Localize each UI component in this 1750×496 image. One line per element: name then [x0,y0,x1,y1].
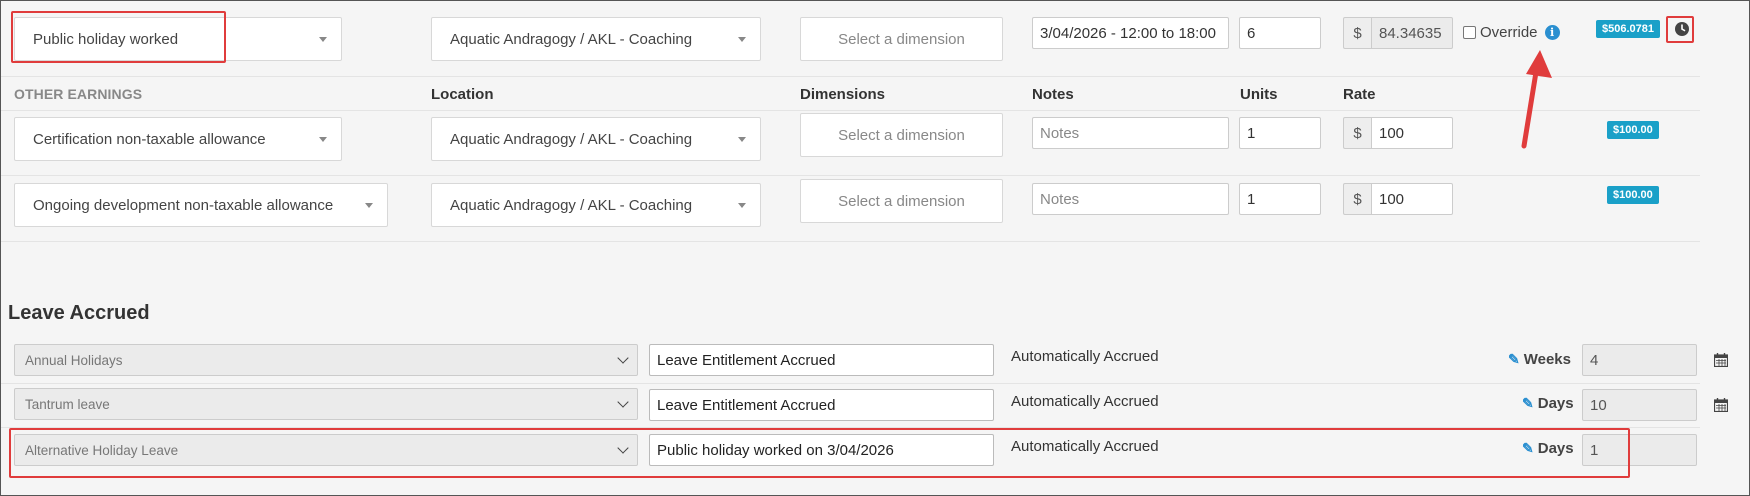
annotation-highlight-leave-row [9,428,1630,478]
caret-down-icon [319,137,327,142]
leave-accrued-title: Leave Accrued [8,302,150,324]
total-badge: $506.0781 [1596,20,1660,38]
leave-amount-value: 4 [1590,351,1599,369]
accrual-status: Automatically Accrued [1011,393,1159,410]
row-divider [0,76,1700,77]
rate-input[interactable]: 100 [1371,183,1453,215]
leave-description-input[interactable]: Leave Entitlement Accrued [649,389,994,421]
notes-input[interactable]: Notes [1032,183,1229,215]
total-badge: $100.00 [1607,186,1659,204]
currency-addon: $ [1343,17,1371,49]
units-input[interactable]: 6 [1239,17,1321,49]
notes-header: Notes [1032,86,1074,103]
location-value: Aquatic Andragogy / AKL - Coaching [450,196,693,214]
unit-label: Weeks [1523,351,1571,368]
header-divider [0,110,1700,111]
chevron-down-icon [617,396,629,408]
leave-type-value: Annual Holidays [25,352,123,368]
unit-toggle[interactable]: ✎ Days [1522,395,1574,412]
dimension-placeholder: Select a dimension [838,126,965,144]
notes-value: 3/04/2026 - 12:00 to 18:00 [1040,24,1216,42]
caret-down-icon [738,37,746,42]
screenshot-border [0,0,1750,496]
notes-placeholder: Notes [1040,190,1080,208]
row-divider [0,383,1700,384]
notes-input[interactable]: Notes [1032,117,1229,149]
dimension-select[interactable]: Select a dimension [800,113,1003,157]
annotation-arrow-icon [1521,50,1552,149]
total-badge-value: $506.0781 [1602,23,1654,35]
unit-label: Days [1537,395,1574,412]
location-value: Aquatic Andragogy / AKL - Coaching [450,30,693,48]
currency-symbol: $ [1353,124,1362,142]
annotation-highlight-earning-type [11,11,226,63]
accrual-status: Automatically Accrued [1011,348,1159,365]
row-divider [0,175,1700,176]
total-badge: $100.00 [1607,121,1659,139]
dimensions-header: Dimensions [800,86,886,103]
dimension-placeholder: Select a dimension [838,30,965,48]
earning-type-select[interactable]: Certification non-taxable allowance [14,117,342,161]
rate-input[interactable]: 100 [1371,117,1453,149]
dimension-placeholder: Select a dimension [838,192,965,210]
leave-description-value: Leave Entitlement Accrued [657,351,836,369]
rate-value: 100 [1379,124,1405,142]
leave-description-input[interactable]: Leave Entitlement Accrued [649,344,994,376]
location-select[interactable]: Aquatic Andragogy / AKL - Coaching [431,117,761,161]
rate-header: Rate [1343,86,1376,103]
other-earnings-header: OTHER EARNINGS [14,86,143,102]
rate-input[interactable]: 84.34635 [1371,17,1453,49]
override-label: Override [1480,24,1538,41]
location-select[interactable]: Aquatic Andragogy / AKL - Coaching [431,17,761,61]
caret-down-icon [738,203,746,208]
leave-type-value: Tantrum leave [25,396,110,412]
caret-down-icon [738,137,746,142]
unit-toggle[interactable]: ✎ Weeks [1508,351,1571,368]
units-value: 1 [1247,124,1256,142]
pencil-icon: ✎ [1522,395,1534,411]
leave-amount-input[interactable]: 4 [1582,344,1697,376]
pencil-icon: ✎ [1508,351,1520,367]
notes-placeholder: Notes [1040,124,1080,142]
dimension-select[interactable]: Select a dimension [800,179,1003,223]
calendar-icon[interactable] [1714,398,1728,412]
dimension-select[interactable]: Select a dimension [800,17,1003,61]
total-badge-value: $100.00 [1613,124,1653,136]
location-select[interactable]: Aquatic Andragogy / AKL - Coaching [431,183,761,227]
currency-symbol: $ [1353,24,1362,42]
leave-type-select[interactable]: Tantrum leave [14,388,638,420]
earning-type-select[interactable]: Ongoing development non-taxable allowanc… [14,183,388,227]
units-header: Units [1240,86,1278,103]
calendar-icon[interactable] [1714,353,1728,367]
units-input[interactable]: 1 [1239,117,1321,149]
units-value: 6 [1247,24,1256,42]
notes-input[interactable]: 3/04/2026 - 12:00 to 18:00 [1032,17,1229,49]
override-checkbox[interactable] [1463,26,1476,39]
leave-amount-value: 10 [1590,396,1607,414]
row-divider [0,241,1700,242]
units-value: 1 [1247,190,1256,208]
location-value: Aquatic Andragogy / AKL - Coaching [450,130,693,148]
currency-symbol: $ [1353,190,1362,208]
units-input[interactable]: 1 [1239,183,1321,215]
earning-type-value: Certification non-taxable allowance [33,130,266,148]
caret-down-icon [319,37,327,42]
leave-type-select[interactable]: Annual Holidays [14,344,638,376]
leave-description-value: Leave Entitlement Accrued [657,396,836,414]
caret-down-icon [365,203,373,208]
leave-amount-input[interactable]: 10 [1582,389,1697,421]
chevron-down-icon [617,352,629,364]
annotation-highlight-clock [1666,16,1694,43]
earning-type-value: Ongoing development non-taxable allowanc… [33,196,334,214]
currency-addon: $ [1343,117,1371,149]
override-checkbox-group[interactable]: Override i [1463,24,1560,41]
location-header: Location [431,86,494,103]
currency-addon: $ [1343,183,1371,215]
rate-value: 100 [1379,190,1405,208]
total-badge-value: $100.00 [1613,189,1653,201]
info-icon[interactable]: i [1544,25,1560,40]
rate-value: 84.34635 [1379,24,1442,42]
